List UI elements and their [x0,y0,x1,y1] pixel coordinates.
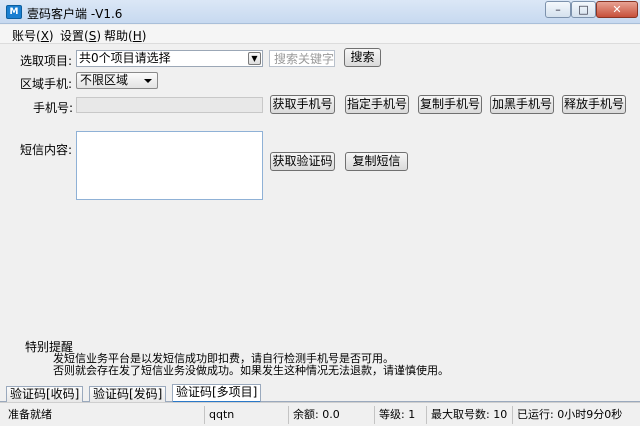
search-input[interactable]: 搜索关键字 [269,50,335,67]
notice-line-2: 否则就会存在发了短信业务没做成功。如果发生这种情况无法退款，请谨慎使用。 [53,364,449,377]
status-balance: 余额: 0.0 [288,406,374,424]
get-phone-button[interactable]: 获取手机号 [270,95,335,114]
status-state: 准备就绪 [8,408,52,421]
dropdown-arrow-icon[interactable]: ▼ [248,52,261,65]
app-logo-icon: M [6,5,22,19]
minimize-button[interactable]: – [545,1,571,18]
status-user: qqtn [204,406,288,424]
project-combobox[interactable]: 共0个项目请选择 ▼ [76,50,263,67]
copy-phone-button[interactable]: 复制手机号 [418,95,482,114]
project-label: 选取项目: [20,54,73,68]
search-button[interactable]: 搜索 [344,48,381,67]
release-phone-button[interactable]: 释放手机号 [562,95,626,114]
menu-settings[interactable]: 设置(S) [60,27,101,44]
tab-receive-code[interactable]: 验证码[收码] [6,386,84,402]
tab-multi-project[interactable]: 验证码[多项目] [172,384,262,403]
status-bar: 准备就绪 qqtn 余额: 0.0 等级: 1 最大取号数: 10 已运行: 0… [0,402,640,426]
tab-strip: 验证码[收码] 验证码[发码] 验证码[多项目] [0,383,640,403]
region-label: 区域手机: [20,77,73,91]
tab-send-code[interactable]: 验证码[发码] [89,386,167,402]
caret-down-icon [144,79,152,83]
status-level: 等级: 1 [374,406,426,424]
phone-label: 手机号: [33,101,74,115]
sms-content-textarea[interactable] [76,131,263,200]
specify-phone-button[interactable]: 指定手机号 [345,95,409,114]
close-button[interactable]: ✕ [596,1,638,18]
phone-number-field[interactable] [76,97,263,113]
menu-help[interactable]: 帮助(H) [104,27,146,44]
menu-bar: 账号(X) 设置(S) 帮助(H) [0,25,640,44]
copy-sms-button[interactable]: 复制短信 [345,152,408,171]
menu-account[interactable]: 账号(X) [12,27,54,44]
maximize-button[interactable]: □ [571,1,596,18]
sms-label: 短信内容: [20,143,73,157]
get-code-button[interactable]: 获取验证码 [270,152,335,171]
status-running-time: 已运行: 0小时9分0秒 [512,406,636,424]
window-title: 壹码客户端 -V1.6 [27,7,123,21]
status-max-fetch: 最大取号数: 10 [426,406,512,424]
region-select-value: 不限区域 [80,73,129,87]
title-bar: M 壹码客户端 -V1.6 – □ ✕ [0,0,640,24]
project-combobox-value: 共0个项目请选择 [79,51,171,65]
region-select[interactable]: 不限区域 [76,72,158,89]
blacklist-phone-button[interactable]: 加黑手机号 [490,95,554,114]
